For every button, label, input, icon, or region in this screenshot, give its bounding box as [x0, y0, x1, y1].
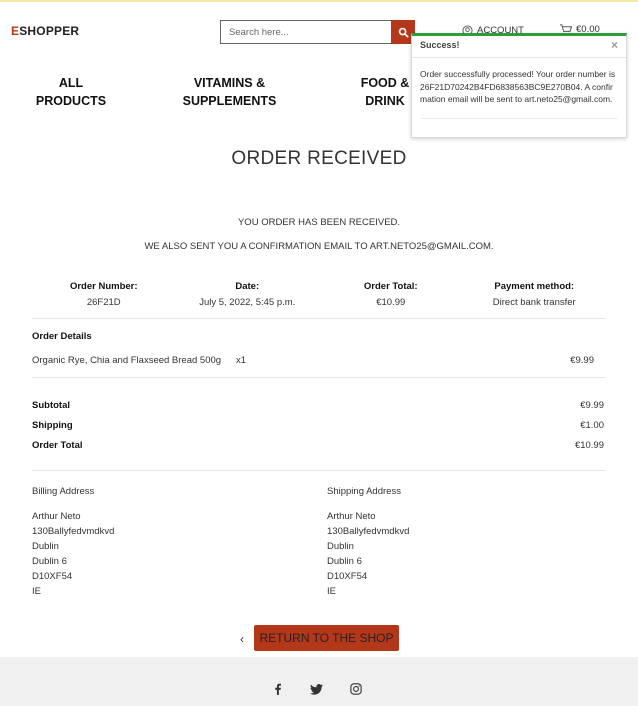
toast-title: Success!: [420, 40, 460, 50]
payment-method-value: Direct bank transfer: [492, 297, 576, 308]
toast-message: Order successfully processed! Your order…: [420, 69, 616, 104]
nav-food-drink[interactable]: FOOD & DRINK: [352, 74, 418, 110]
nav-all-products[interactable]: ALL PRODUCTS: [30, 74, 112, 110]
billing-postcode: D10XF54: [32, 571, 73, 582]
shipping-street: 130Ballyfedvmdkvd: [327, 526, 410, 537]
order-received-message: YOU ORDER HAS BEEN RECEIVED.: [237, 217, 401, 228]
subtotal-label: Subtotal: [32, 400, 70, 411]
order-summary: Order Number: 26F21D Date: July 5, 2022,…: [32, 281, 606, 308]
billing-name: Arthur Neto: [32, 511, 81, 522]
billing-street: 130Ballyfedvmdkvd: [32, 526, 115, 537]
billing-city: Dublin: [32, 541, 59, 552]
order-date-block: Date: July 5, 2022, 5:45 p.m.: [176, 281, 320, 308]
order-total-block: Order Total: €10.99: [319, 281, 463, 308]
order-item-price: €9.99: [570, 355, 594, 366]
grand-total-value: €10.99: [574, 440, 604, 451]
order-number-label: Order Number:: [69, 281, 138, 292]
shipping-value: €1.00: [580, 420, 604, 431]
subtotal-row: Subtotal €9.99: [32, 400, 604, 411]
order-total-label: Order Total:: [363, 281, 418, 292]
success-toast: Success! × Order successfully processed!…: [411, 33, 627, 138]
billing-county: Dublin 6: [32, 556, 67, 567]
nav-food-line2: DRINK: [365, 94, 405, 108]
order-item-name: Organic Rye, Chia and Flaxseed Bread 500…: [32, 355, 222, 366]
divider: [32, 318, 606, 319]
order-number-value: 26F21D: [86, 297, 121, 308]
billing-address: Billing Address Arthur Neto 130Ballyfedv…: [32, 484, 114, 599]
logo[interactable]: ESHOPPER: [11, 24, 79, 38]
shipping-postcode: D10XF54: [327, 571, 368, 582]
search-bar: [220, 20, 415, 44]
nav-vitamins-supplements[interactable]: VITAMINS & SUPPLEMENTS: [172, 74, 287, 110]
facebook-icon[interactable]: [271, 682, 285, 696]
shipping-row: Shipping €1.00: [32, 420, 604, 431]
nav-vitamins-line2: SUPPLEMENTS: [182, 94, 277, 108]
twitter-icon[interactable]: [309, 682, 323, 696]
nav-food-line1: FOOD &: [360, 76, 410, 90]
divider: [32, 470, 606, 471]
search-icon: [398, 27, 409, 38]
instagram-icon[interactable]: [349, 682, 363, 696]
shipping-county: Dublin 6: [327, 556, 362, 567]
shipping-city: Dublin: [327, 541, 354, 552]
toast-divider: [420, 118, 618, 119]
subtotal-value: €9.99: [580, 400, 604, 411]
order-date-label: Date:: [235, 281, 260, 292]
confirmation-email-message: WE ALSO SENT YOU A CONFIRMATION EMAIL TO…: [144, 241, 494, 252]
nav-vitamins-line1: VITAMINS &: [193, 76, 266, 90]
shipping-name: Arthur Neto: [327, 511, 376, 522]
order-number-block: Order Number: 26F21D: [32, 281, 176, 308]
order-item-qty: x1: [236, 355, 247, 366]
nav-all-products-line2: PRODUCTS: [35, 94, 107, 108]
order-details-title: Order Details: [32, 331, 92, 342]
toast-header: Success! ×: [412, 36, 626, 58]
close-icon[interactable]: ×: [611, 39, 618, 57]
billing-address-heading: Billing Address: [32, 486, 95, 497]
divider: [32, 377, 606, 378]
payment-method-block: Payment method: Direct bank transfer: [463, 281, 607, 308]
shipping-country: IE: [327, 586, 336, 597]
top-accent-line: [0, 0, 638, 2]
logo-text: SHOPPER: [19, 24, 80, 38]
logo-first-letter: E: [11, 24, 20, 38]
chevron-left-icon[interactable]: ‹: [240, 632, 244, 646]
order-total-value: €10.99: [376, 297, 406, 308]
order-total-row: Order Total €10.99: [32, 440, 604, 451]
payment-method-label: Payment method:: [494, 281, 575, 292]
search-input[interactable]: [220, 20, 391, 44]
page-title: ORDER RECEIVED: [231, 148, 407, 169]
shipping-label: Shipping: [32, 420, 73, 431]
order-date-value: July 5, 2022, 5:45 p.m.: [199, 297, 296, 308]
shipping-address-heading: Shipping Address: [327, 486, 401, 497]
grand-total-label: Order Total: [32, 440, 83, 451]
nav-all-products-line1: ALL: [58, 76, 84, 90]
return-to-shop-button[interactable]: RETURN TO THE SHOP: [254, 625, 399, 651]
shipping-address: Shipping Address Arthur Neto 130Ballyfed…: [327, 484, 409, 599]
billing-country: IE: [32, 586, 41, 597]
